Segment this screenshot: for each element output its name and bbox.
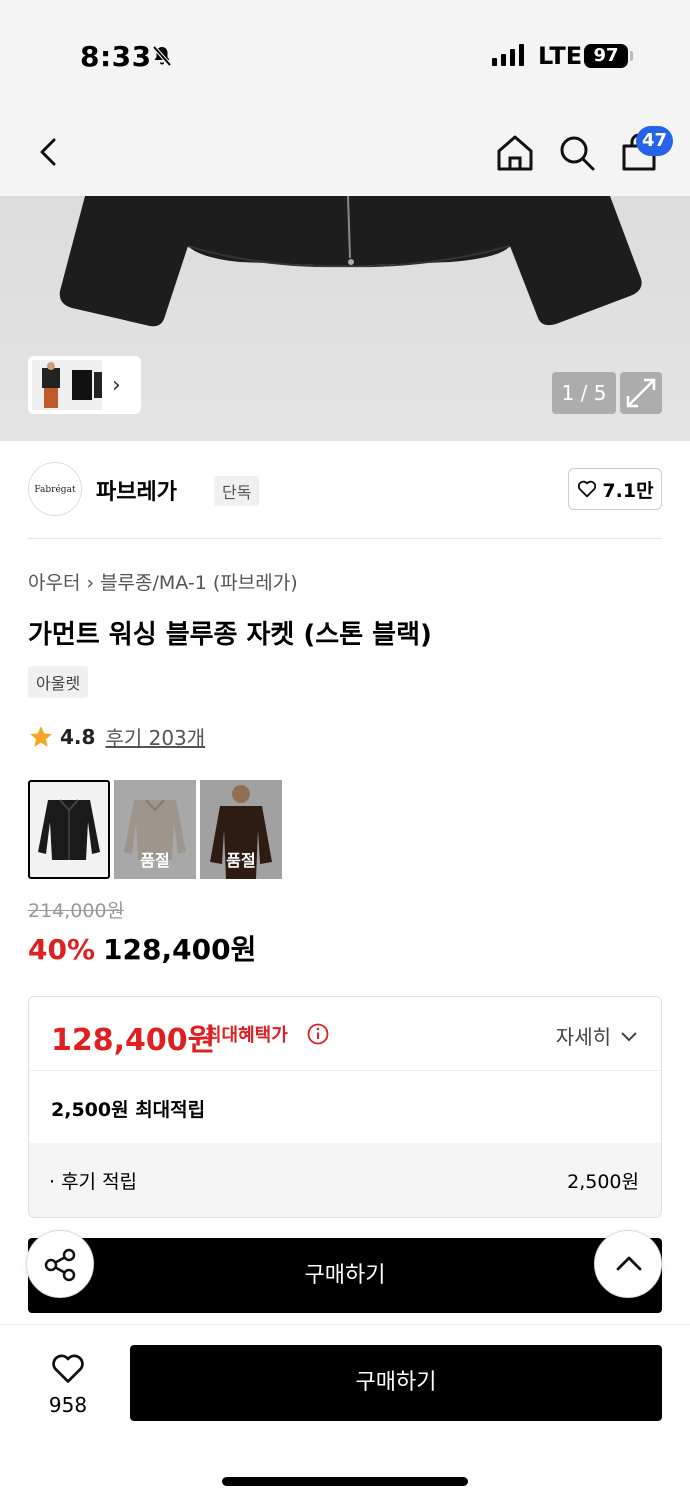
chevron-right-icon[interactable]: › xyxy=(112,373,121,398)
soldout-label: 품절 xyxy=(226,851,256,870)
star-icon xyxy=(30,725,52,747)
buy-button[interactable]: 구매하기 xyxy=(130,1345,662,1421)
max-benefit-label: 최대혜택가 xyxy=(205,1025,288,1046)
heart-icon xyxy=(52,1354,84,1383)
discount-percent: 40% xyxy=(28,933,96,966)
image-page-counter: 1 / 5 xyxy=(552,372,616,414)
thumbnail-strip[interactable]: › xyxy=(28,356,141,414)
scroll-top-button[interactable] xyxy=(594,1230,662,1298)
chevron-up-icon xyxy=(616,1256,642,1271)
detail-toggle[interactable]: 자세히 xyxy=(556,1021,639,1050)
buy-button-inline[interactable]: 구매하기 xyxy=(28,1238,662,1313)
signal-icon xyxy=(492,44,524,66)
product-title: 가먼트 워싱 블루종 자켓 (스톤 블랙) xyxy=(28,620,432,650)
sale-price-row: 40% 128,400원 xyxy=(28,928,256,968)
detail-toggle-label: 자세히 xyxy=(555,1025,611,1049)
cart-count-badge: 47 xyxy=(636,126,674,156)
max-points: 2,500원 최대적립 xyxy=(51,1099,206,1121)
brand-name[interactable]: 파브레가 xyxy=(96,474,177,506)
review-points-label: · 후기 적립 xyxy=(49,1171,138,1193)
benefit-box: 128,400원 최대혜택가 자세히 2,500원 최대적립 · 후기 적립 2… xyxy=(28,996,662,1218)
rating-score: 4.8 xyxy=(60,724,96,749)
top-navbar: 47 xyxy=(0,110,690,196)
network-type: LTE xyxy=(538,42,583,70)
review-count-link[interactable]: 후기 203개 xyxy=(105,722,205,751)
bottom-action-bar: 958 구매하기 xyxy=(0,1324,690,1500)
back-icon[interactable] xyxy=(30,132,70,172)
product-image-gallery[interactable]: › 1 / 5 xyxy=(0,196,690,441)
divider xyxy=(28,538,662,539)
max-benefit-price: 128,400원 xyxy=(51,1023,216,1058)
chevron-right-icon: › xyxy=(86,572,95,594)
heart-icon xyxy=(578,480,597,498)
brand-like-button[interactable]: 7.1만 xyxy=(568,468,662,510)
thumbnail-image[interactable] xyxy=(32,360,102,410)
breadcrumb: 아우터 › 블루종/MA-1 (파브레가) xyxy=(28,568,298,595)
wishlist-button[interactable]: 958 xyxy=(36,1351,100,1417)
battery-icon: 97 xyxy=(584,44,628,68)
battery-tip xyxy=(630,51,633,61)
brand-row: Fabrégat 파브레가 단독 7.1만 xyxy=(28,462,662,518)
breadcrumb-category[interactable]: 아우터 xyxy=(28,572,80,594)
color-swatch-image xyxy=(38,799,100,860)
rating-row: 4.8 후기 203개 xyxy=(28,722,205,751)
chevron-down-icon xyxy=(621,1031,637,1041)
review-points-row: · 후기 적립 2,500원 xyxy=(29,1143,661,1217)
sale-price: 128,400원 xyxy=(103,933,257,966)
status-bar: 8:33 LTE 97 xyxy=(0,0,690,110)
brand-like-count: 7.1만 xyxy=(602,479,654,502)
review-points-value: 2,500원 xyxy=(567,1171,639,1193)
exclusive-tag: 단독 xyxy=(214,476,260,506)
outlet-tag: 아울렛 xyxy=(28,666,89,698)
color-option-black[interactable] xyxy=(28,780,110,879)
bell-muted-icon xyxy=(152,45,172,67)
brand-logo[interactable]: Fabrégat xyxy=(28,462,82,516)
info-icon[interactable] xyxy=(307,1023,329,1045)
home-icon[interactable] xyxy=(494,132,536,174)
share-icon xyxy=(44,1248,76,1282)
benefit-header[interactable]: 128,400원 최대혜택가 자세히 xyxy=(29,997,661,1071)
color-option-brown[interactable]: 품절 xyxy=(200,780,282,879)
home-indicator xyxy=(222,1477,468,1486)
color-option-beige[interactable]: 품절 xyxy=(114,780,196,879)
wishlist-count: 958 xyxy=(48,1393,88,1417)
breadcrumb-subcategory[interactable]: 블루종/MA-1 (파브레가) xyxy=(100,572,298,594)
share-button[interactable] xyxy=(26,1230,94,1298)
original-price: 214,000원 xyxy=(28,900,125,922)
expand-icon[interactable] xyxy=(620,372,662,414)
status-time: 8:33 xyxy=(80,40,152,73)
color-options: 품절 품절 xyxy=(28,780,282,879)
search-icon[interactable] xyxy=(556,132,598,174)
soldout-label: 품절 xyxy=(140,851,170,870)
